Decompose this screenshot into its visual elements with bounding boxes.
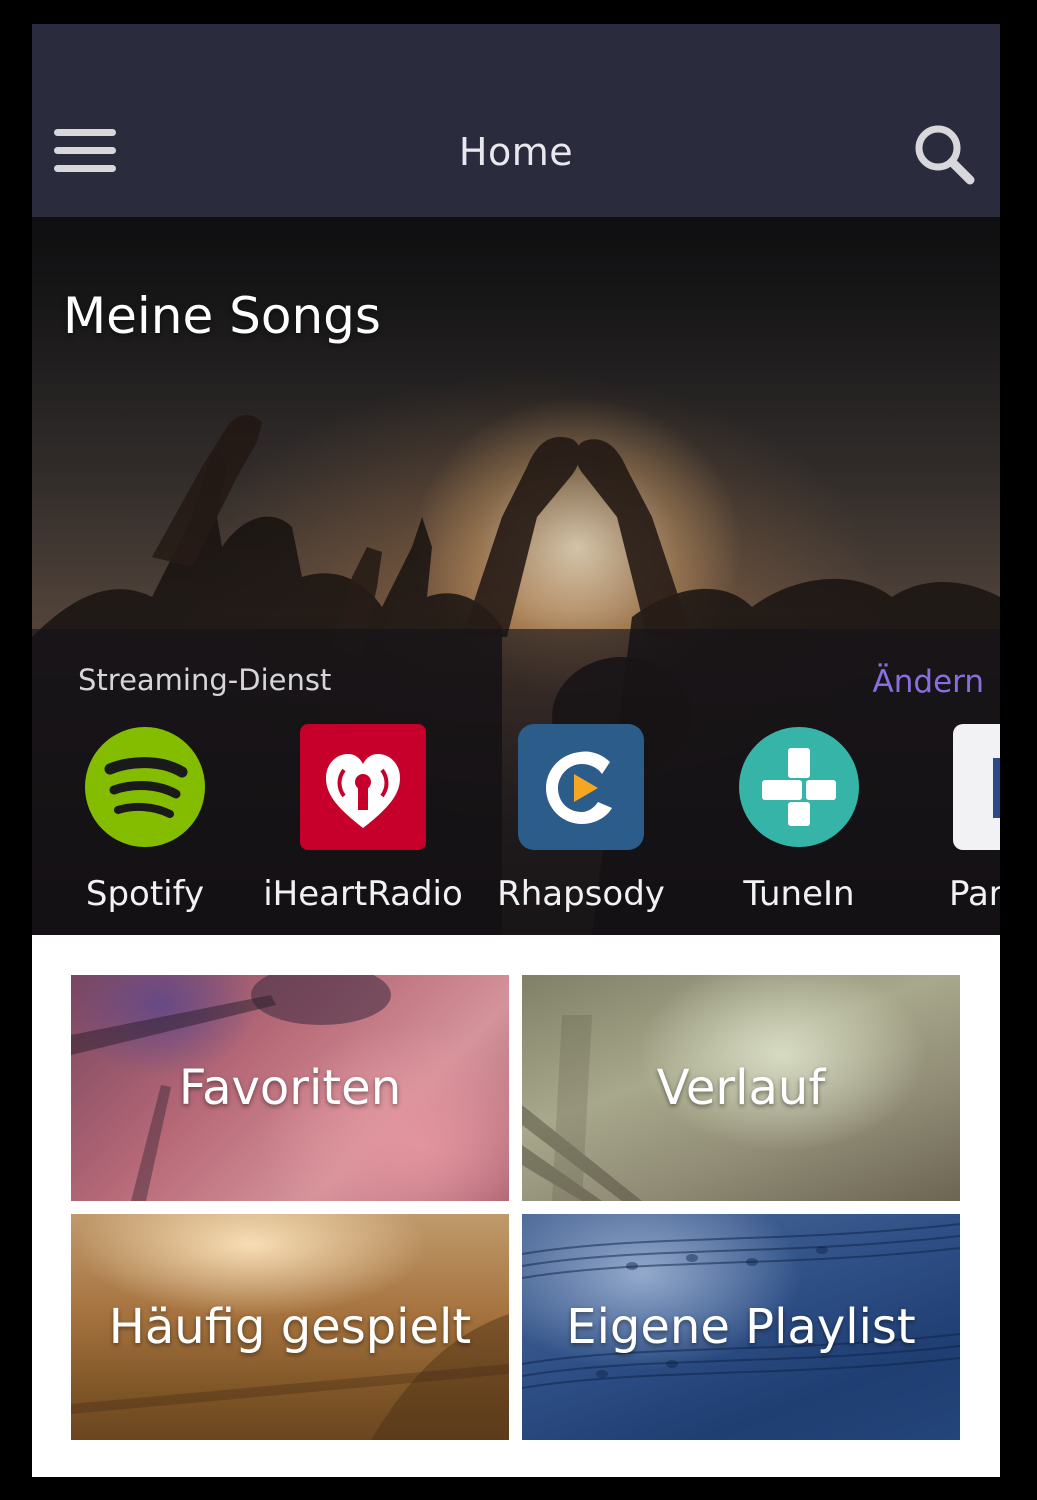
tile-haufig-gespielt[interactable]: Häufig gespielt (71, 1214, 509, 1440)
hero-title: Meine Songs (63, 287, 381, 345)
tile-label: Verlauf (656, 1060, 826, 1116)
spotify-icon (82, 724, 208, 850)
service-name: TuneIn (743, 874, 855, 914)
tile-label: Favoriten (178, 1060, 402, 1116)
page-title: Home (458, 130, 574, 174)
app-screen: Home Meine Songs Streaming-Dienst Ändern… (32, 24, 1000, 1477)
service-rhapsody[interactable]: Rhapsody (481, 724, 681, 924)
tile-label: Eigene Playlist (566, 1299, 916, 1355)
streaming-services-strip: Streaming-Dienst Ändern Spotify iHeartRa… (32, 629, 1000, 935)
category-tiles: Favoriten Verlauf Häufig gespielt Eigene… (32, 935, 1000, 1477)
service-name: Rhapsody (497, 874, 665, 914)
tunein-icon (736, 724, 862, 850)
service-spotify[interactable]: Spotify (45, 724, 245, 924)
rhapsody-icon (518, 724, 644, 850)
service-name: iHeartRadio (263, 874, 463, 914)
hero-banner: Meine Songs Streaming-Dienst Ändern Spot… (32, 217, 1000, 935)
service-name: Spotify (85, 874, 205, 914)
change-button[interactable]: Ändern (873, 664, 984, 700)
service-tunein[interactable]: TuneIn (699, 724, 899, 924)
iheartradio-icon (300, 724, 426, 850)
service-pandora[interactable]: Par (917, 724, 1000, 924)
tile-verlauf[interactable]: Verlauf (522, 975, 960, 1201)
search-icon[interactable] (912, 122, 976, 186)
service-name: Par (949, 874, 1000, 914)
tile-eigene-playlist[interactable]: Eigene Playlist (522, 1214, 960, 1440)
tile-favoriten[interactable]: Favoriten (71, 975, 509, 1201)
streaming-label: Streaming-Dienst (78, 663, 332, 697)
top-bar: Home (32, 24, 1000, 217)
hamburger-menu-icon[interactable] (54, 129, 116, 173)
service-iheartradio[interactable]: iHeartRadio (263, 724, 463, 924)
tile-label: Häufig gespielt (108, 1299, 472, 1355)
pandora-icon (953, 724, 1000, 850)
